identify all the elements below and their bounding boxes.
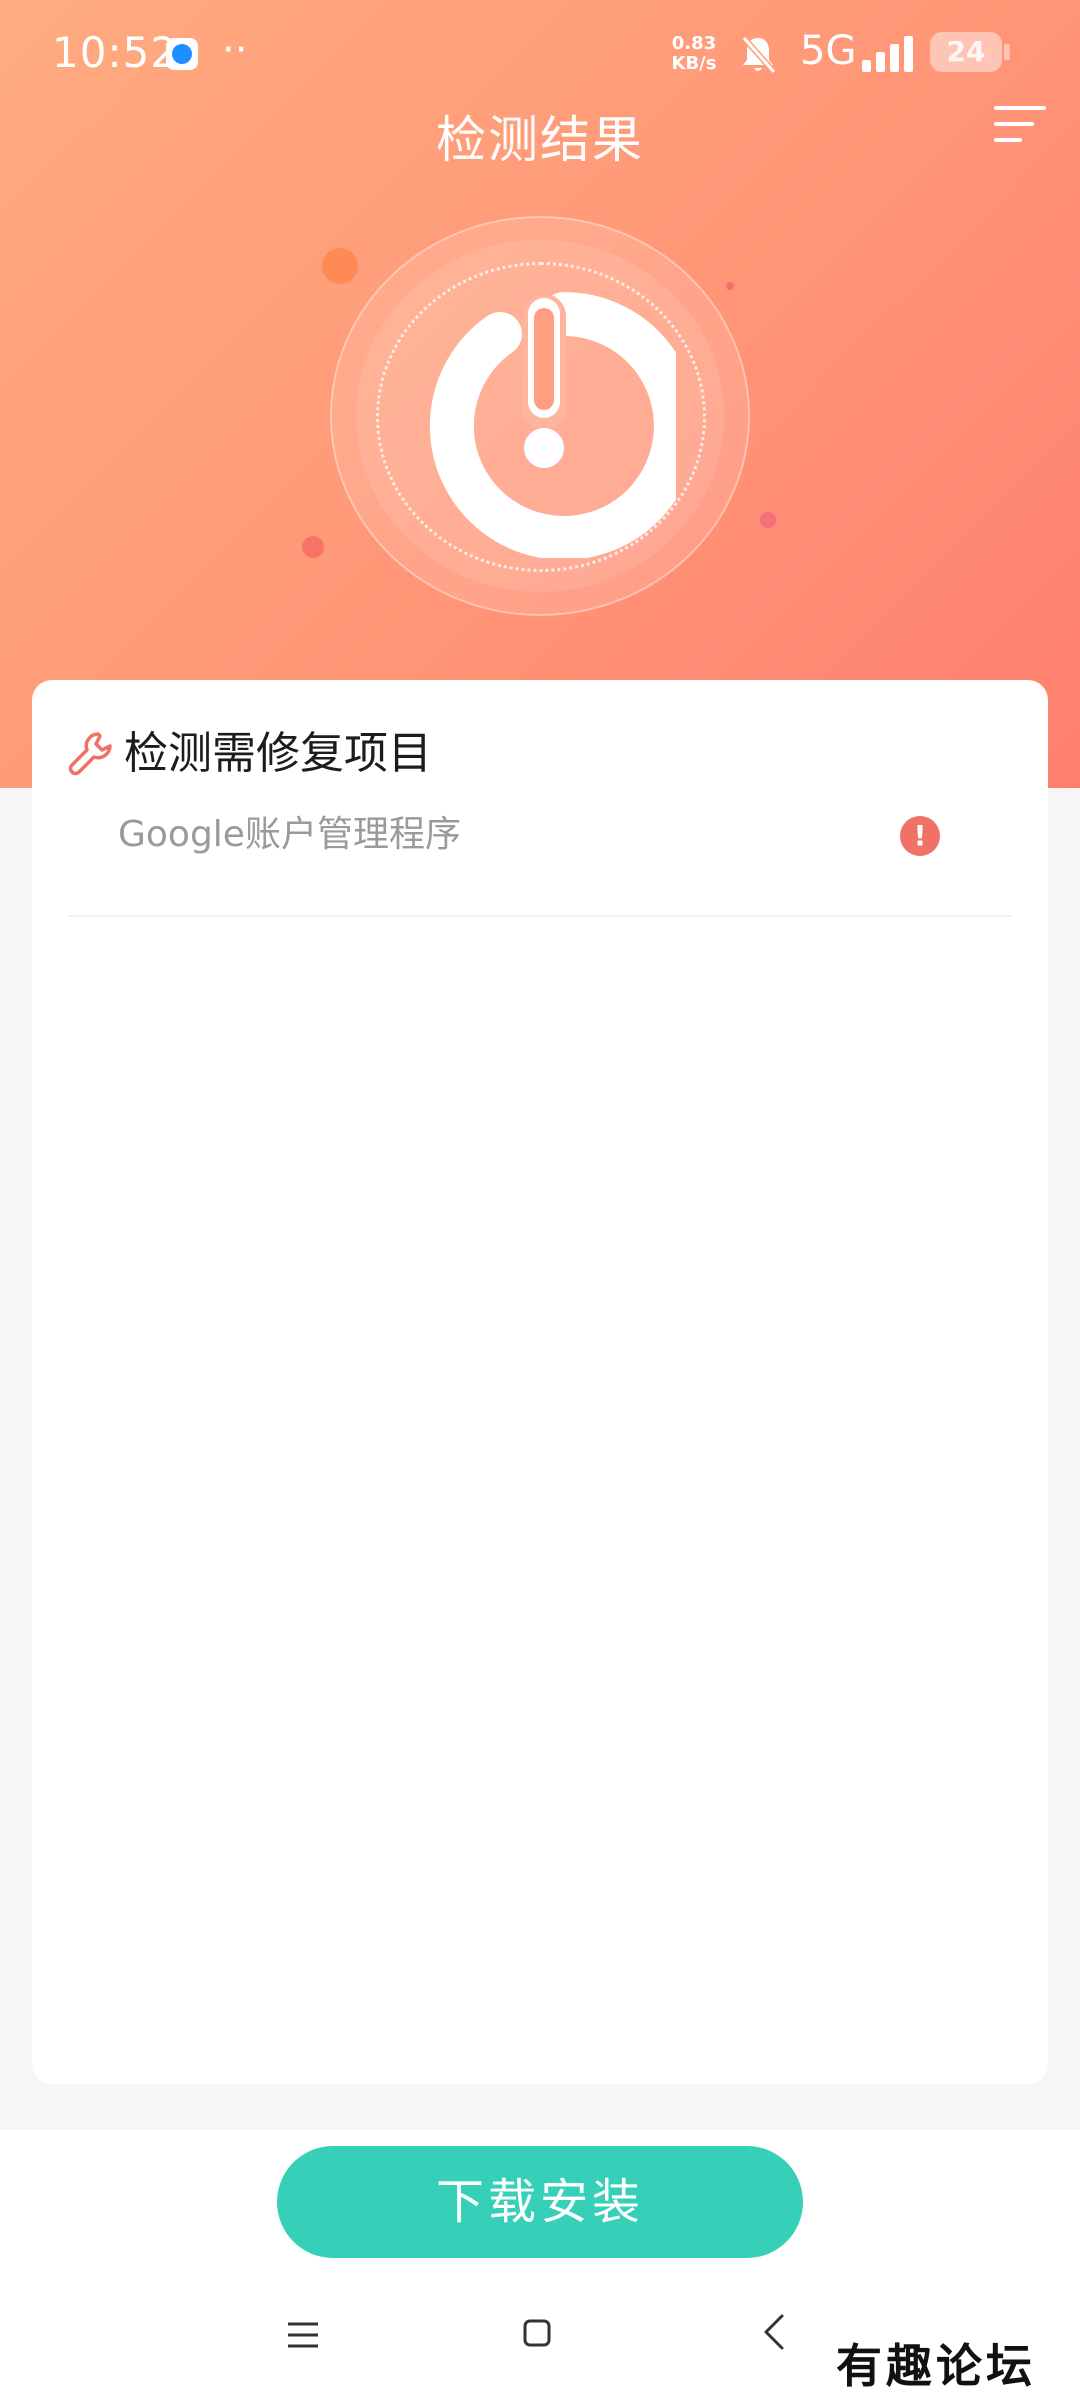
network-type: 5G [800,28,857,74]
page-title: 检测结果 [436,111,644,169]
home-icon[interactable] [522,2318,552,2348]
battery-level: 24 [946,35,986,68]
wrench-icon [68,732,112,776]
status-time: 10:52 [52,28,179,77]
decorative-dot [322,248,358,284]
network-speed-unit: KB/s [671,53,717,74]
battery-icon: 24 [930,32,1010,72]
notification-dots: ·· [222,27,248,73]
download-install-button[interactable]: 下载安装 [277,2146,803,2258]
recents-menu-icon[interactable] [286,2320,320,2350]
signal-icon [862,36,913,72]
back-icon[interactable] [760,2312,788,2352]
app-badge-icon [166,38,198,70]
menu-lines-icon[interactable] [992,102,1048,150]
decorative-dot [302,536,324,558]
section-title: 检测需修复项目 [124,728,432,779]
decorative-dot [726,282,734,290]
decorative-dot [760,512,776,528]
result-card: 检测需修复项目 Google账户管理程序 ! [32,680,1048,2084]
watermark-text: 有趣论坛 [836,2339,1036,2393]
battery-tip [1004,44,1010,60]
alert-icon: ! [900,816,940,856]
list-item[interactable]: Google账户管理程序 ! [68,800,1012,892]
app-screen: 10:52 ·· 0.83 KB/s 5G 24 检测结果 检测需修复项目 Go… [0,0,1080,2400]
status-bar: 10:52 ·· 0.83 KB/s 5G 24 [0,0,1080,110]
divider [68,915,1012,917]
network-speed: 0.83 KB/s [668,34,720,74]
issue-label: Google账户管理程序 [118,814,461,855]
power-alert-icon [429,292,676,558]
network-speed-value: 0.83 [671,33,717,54]
bell-muted-icon [741,36,777,74]
